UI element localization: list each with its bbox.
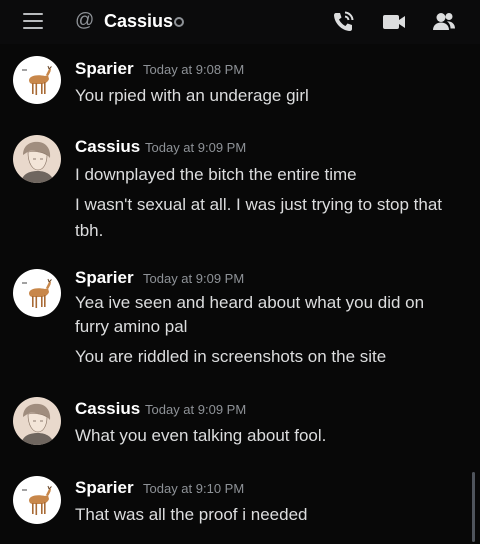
message-text: You are riddled in screenshots on the si… (75, 347, 387, 366)
dm-screen: @ Cassius Sparier Today at 9:08 PM You r… (0, 0, 480, 544)
message-text: I wasn't sexual at all. I was just tryin… (75, 195, 443, 214)
message-timestamp: Today at 9:10 PM (143, 481, 245, 496)
message-timestamp: Today at 9:09 PM (145, 402, 247, 417)
message-author[interactable]: Cassius (75, 398, 140, 420)
message-text: furry amino pal (75, 317, 188, 336)
avatar[interactable] (13, 135, 61, 183)
avatar[interactable] (13, 269, 61, 317)
message-list: Sparier Today at 9:08 PM You rpied with … (0, 44, 480, 544)
message-author[interactable]: Sparier (75, 267, 134, 289)
avatar[interactable] (13, 397, 61, 445)
message-text: tbh. (75, 221, 104, 240)
message-text: I downplayed the bitch the entire time (75, 165, 357, 184)
message-text: That was all the proof i needed (75, 505, 308, 524)
avatar[interactable] (13, 476, 61, 524)
hamburger-menu-icon[interactable] (23, 13, 43, 29)
message-timestamp: Today at 9:09 PM (143, 271, 245, 286)
message-timestamp: Today at 9:08 PM (143, 62, 245, 77)
at-icon: @ (75, 10, 95, 31)
channel-title[interactable]: Cassius (104, 9, 173, 33)
message-text: You rpied with an underage girl (75, 86, 309, 105)
message-author[interactable]: Sparier (75, 477, 134, 499)
message-text: Yea ive seen and heard about what you di… (75, 293, 425, 312)
avatar[interactable] (13, 56, 61, 104)
message-timestamp: Today at 9:09 PM (145, 140, 247, 155)
offline-status-icon (174, 17, 184, 27)
channel-header: @ Cassius (0, 0, 480, 44)
video-camera-icon[interactable] (381, 9, 407, 35)
message-author[interactable]: Cassius (75, 136, 140, 158)
member-list-icon[interactable] (431, 9, 457, 35)
message-author[interactable]: Sparier (75, 58, 134, 80)
phone-call-icon[interactable] (330, 9, 356, 35)
scrollbar[interactable] (472, 472, 475, 542)
message-text: What you even talking about fool. (75, 426, 327, 445)
